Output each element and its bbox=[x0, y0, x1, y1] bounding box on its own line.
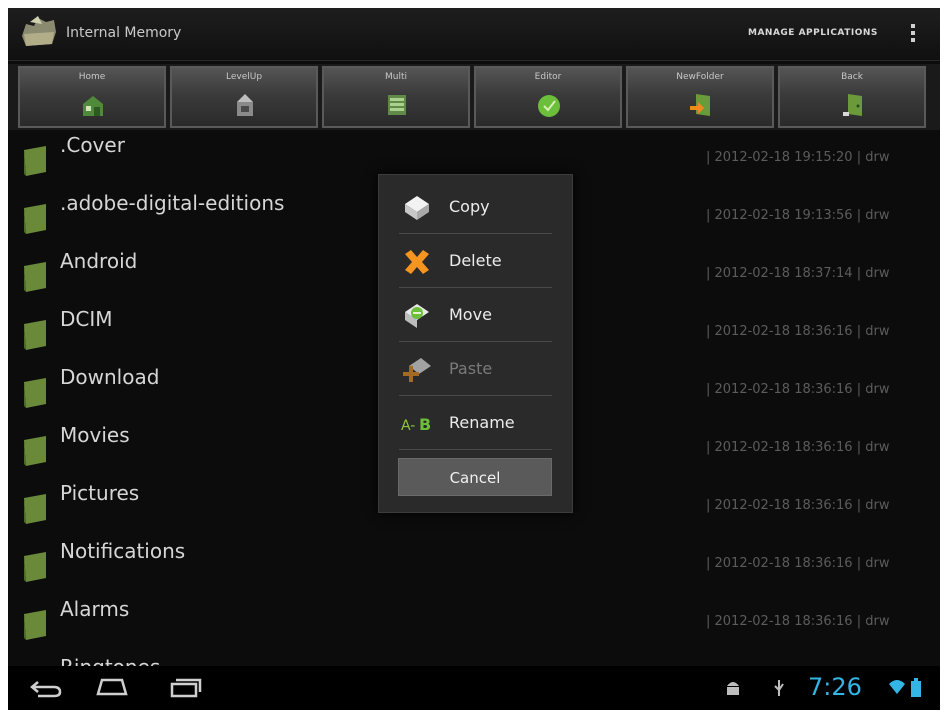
move-label: Move bbox=[449, 305, 492, 324]
paste-menu-item: Paste bbox=[379, 342, 572, 395]
action-bar: Internal Memory MANAGE APPLICATIONS bbox=[8, 8, 940, 61]
file-meta: | 2012-02-18 18:36:16 | drw bbox=[706, 382, 890, 397]
level-up-button-label: LevelUp bbox=[225, 72, 263, 82]
app-title: Internal Memory bbox=[66, 25, 182, 41]
file-name: Android bbox=[60, 249, 138, 273]
file-meta: | 2012-02-18 18:37:14 | drw bbox=[706, 266, 890, 281]
app-logo-icon[interactable] bbox=[18, 14, 60, 54]
copy-menu-item[interactable]: Copy bbox=[379, 180, 572, 233]
recent-apps-icon[interactable] bbox=[168, 674, 204, 702]
file-meta: | 2012-02-18 18:36:16 | drw bbox=[706, 556, 890, 571]
folder-icon bbox=[24, 320, 46, 350]
wifi-icon bbox=[889, 680, 905, 694]
svg-text:B: B bbox=[419, 415, 431, 434]
file-meta: | 2012-02-18 19:13:56 | drw bbox=[706, 208, 890, 223]
back-button-label: Back bbox=[841, 72, 863, 82]
folder-icon bbox=[24, 436, 46, 466]
toolbar: Home LevelUp Multi Editor NewFolder Back bbox=[8, 64, 940, 130]
list-item[interactable]: Alarms | 2012-02-18 18:36:16 | drw bbox=[8, 594, 940, 652]
delete-icon bbox=[405, 250, 429, 274]
file-name: .adobe-digital-editions bbox=[60, 191, 285, 215]
folder-icon bbox=[24, 494, 46, 524]
file-name: .Cover bbox=[60, 133, 125, 157]
file-name: Alarms bbox=[60, 597, 130, 621]
move-menu-item[interactable]: Move bbox=[379, 288, 572, 341]
list-item[interactable]: Ringtones bbox=[8, 652, 940, 666]
android-debug-icon bbox=[727, 682, 739, 695]
folder-icon bbox=[24, 610, 46, 640]
file-meta: | 2012-02-18 18:36:16 | drw bbox=[706, 614, 890, 629]
editor-icon bbox=[538, 95, 560, 117]
tablet-screen: Internal Memory MANAGE APPLICATIONS Home… bbox=[8, 8, 940, 710]
folder-icon bbox=[24, 552, 46, 582]
folder-icon bbox=[24, 146, 46, 176]
battery-icon bbox=[911, 678, 921, 697]
file-meta: | 2012-02-18 19:15:20 | drw bbox=[706, 150, 890, 165]
home-icon bbox=[83, 96, 103, 116]
folder-icon bbox=[24, 262, 46, 292]
editor-button-label: Editor bbox=[534, 72, 562, 82]
folder-icon bbox=[24, 204, 46, 234]
multi-button[interactable]: Multi bbox=[322, 66, 470, 128]
cancel-button[interactable]: Cancel bbox=[398, 458, 552, 496]
home-nav-icon[interactable] bbox=[94, 674, 130, 702]
copy-label: Copy bbox=[449, 197, 490, 216]
file-context-dialog: Copy Delete Move Paste A- B Rename Cance… bbox=[378, 174, 573, 513]
level-up-button[interactable]: LevelUp bbox=[170, 66, 318, 128]
paste-label: Paste bbox=[449, 359, 493, 378]
move-icon bbox=[405, 304, 429, 328]
list-item[interactable]: Notifications | 2012-02-18 18:36:16 | dr… bbox=[8, 536, 940, 594]
delete-menu-item[interactable]: Delete bbox=[379, 234, 572, 287]
rename-menu-item[interactable]: A- B Rename bbox=[379, 396, 572, 449]
file-name: Ringtones bbox=[60, 655, 160, 666]
new-folder-icon bbox=[690, 94, 710, 116]
multi-select-icon bbox=[388, 95, 406, 115]
overflow-menu-icon[interactable] bbox=[908, 22, 918, 46]
svg-text:A-: A- bbox=[401, 418, 415, 434]
new-folder-button-label: NewFolder bbox=[676, 72, 724, 82]
cancel-label: Cancel bbox=[449, 469, 501, 487]
file-name: Notifications bbox=[60, 539, 186, 563]
home-button-label: Home bbox=[78, 72, 106, 82]
file-meta: | 2012-02-18 18:36:16 | drw bbox=[706, 440, 890, 455]
paste-icon bbox=[403, 358, 431, 382]
new-folder-button[interactable]: NewFolder bbox=[626, 66, 774, 128]
back-icon[interactable] bbox=[28, 674, 64, 702]
file-name: DCIM bbox=[60, 307, 113, 331]
menu-divider bbox=[399, 449, 552, 450]
rename-icon: A- B bbox=[401, 415, 431, 434]
rename-label: Rename bbox=[449, 413, 515, 432]
back-door-icon bbox=[843, 94, 862, 116]
home-button[interactable]: Home bbox=[18, 66, 166, 128]
manage-applications-button[interactable]: MANAGE APPLICATIONS bbox=[748, 28, 878, 38]
back-button[interactable]: Back bbox=[778, 66, 926, 128]
copy-icon bbox=[405, 196, 429, 220]
file-meta: | 2012-02-18 18:36:16 | drw bbox=[706, 498, 890, 513]
usb-icon bbox=[774, 680, 784, 696]
file-meta: | 2012-02-18 18:36:16 | drw bbox=[706, 324, 890, 339]
multi-button-label: Multi bbox=[385, 72, 407, 82]
file-name: Download bbox=[60, 365, 160, 389]
file-name: Movies bbox=[60, 423, 130, 447]
file-name: Pictures bbox=[60, 481, 140, 505]
editor-button[interactable]: Editor bbox=[474, 66, 622, 128]
system-bar: 7:26 bbox=[8, 666, 940, 710]
folder-icon bbox=[24, 378, 46, 408]
level-up-icon bbox=[237, 94, 253, 116]
delete-label: Delete bbox=[449, 251, 502, 270]
status-clock: 7:26 bbox=[808, 673, 862, 701]
